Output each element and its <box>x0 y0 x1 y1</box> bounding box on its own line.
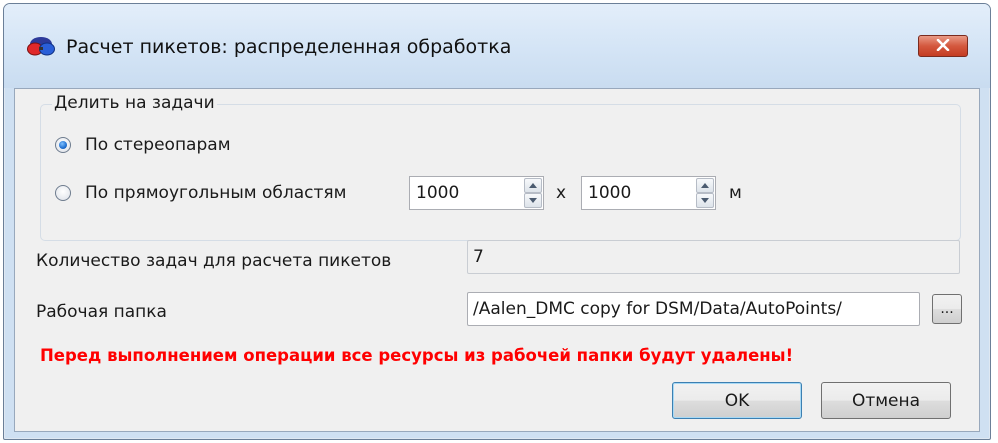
rect-width-arrows <box>524 178 542 208</box>
close-icon <box>936 36 950 56</box>
rect-width-spinbox[interactable]: 1000 <box>409 176 544 210</box>
close-button[interactable] <box>918 35 968 57</box>
arrow-up-icon <box>529 183 537 188</box>
dialog-body: Делить на задачи По стереопарам По прямо… <box>14 88 980 432</box>
workdir-label: Рабочая папка <box>36 302 167 322</box>
times-label: х <box>556 183 567 203</box>
unit-label: м <box>729 183 742 203</box>
window-title: Расчет пикетов: распределенная обработка <box>66 36 512 58</box>
radio-rectangles-label[interactable]: По прямоугольным областям <box>85 183 346 203</box>
tasks-count-label: Количество задач для расчета пикетов <box>36 251 392 271</box>
warning-message: Перед выполнением операции все ресурсы и… <box>40 346 794 365</box>
arrow-up-icon <box>701 183 709 188</box>
tasks-count-field: 7 <box>467 240 960 274</box>
dialog-window: Расчет пикетов: распределенная обработка… <box>3 3 991 440</box>
radio-rectangles[interactable] <box>55 185 71 201</box>
workdir-input[interactable]: /Aalen_DMC copy for DSM/Data/AutoPoints/ <box>467 292 920 326</box>
ok-button[interactable]: OK <box>672 382 802 419</box>
split-tasks-legend: Делить на задачи <box>52 93 217 113</box>
radio-selected-dot <box>59 141 67 149</box>
radio-stereopairs-label[interactable]: По стереопарам <box>85 135 231 155</box>
cancel-button[interactable]: Отмена <box>821 382 951 419</box>
rect-height-value[interactable]: 1000 <box>588 183 631 203</box>
browse-button[interactable]: ... <box>932 294 962 324</box>
radio-stereopairs[interactable] <box>55 137 71 153</box>
arrow-down-icon <box>529 198 537 203</box>
split-tasks-group <box>40 104 961 241</box>
arrow-down-icon <box>701 198 709 203</box>
radio-row-rectangles[interactable]: По прямоугольным областям <box>55 180 346 206</box>
rect-width-value[interactable]: 1000 <box>416 183 459 203</box>
title-bar[interactable]: Расчет пикетов: распределенная обработка <box>4 4 990 88</box>
rect-height-arrows <box>696 178 714 208</box>
rect-width-down-button[interactable] <box>524 193 542 208</box>
rect-width-up-button[interactable] <box>524 178 542 193</box>
rect-height-spinbox[interactable]: 1000 <box>581 176 716 210</box>
rect-height-up-button[interactable] <box>696 178 714 193</box>
stereo-glasses-icon <box>26 36 56 58</box>
rect-height-down-button[interactable] <box>696 193 714 208</box>
radio-row-stereopairs[interactable]: По стереопарам <box>55 132 231 158</box>
